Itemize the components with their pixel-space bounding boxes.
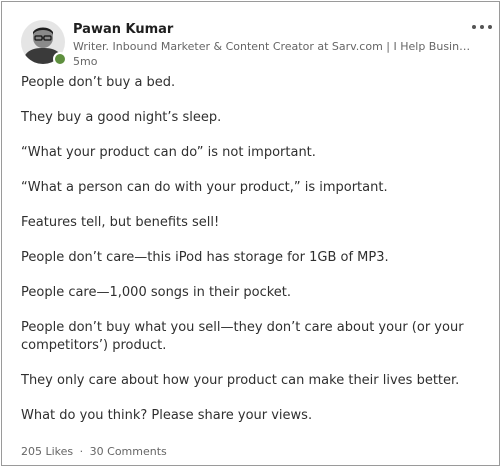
- post-header: Pawan Kumar Writer. Inbound Marketer & C…: [21, 20, 492, 68]
- post-card: Pawan Kumar Writer. Inbound Marketer & C…: [1, 1, 500, 466]
- post-paragraph: People care—1,000 songs in their pocket.: [21, 285, 292, 300]
- more-horizontal-icon: [488, 25, 492, 29]
- author-headline: Writer. Inbound Marketer & Content Creat…: [73, 40, 473, 53]
- more-horizontal-icon: [480, 25, 484, 29]
- post-paragraph: People don’t buy what you sell—they don’…: [21, 320, 464, 353]
- likes-count[interactable]: 205 Likes: [21, 445, 73, 458]
- more-horizontal-icon: [472, 25, 476, 29]
- post-age: 5mo: [73, 55, 98, 68]
- post-paragraph: “What your product can do” is not import…: [21, 145, 316, 160]
- more-options-button[interactable]: [467, 20, 497, 34]
- post-paragraph: What do you think? Please share your vie…: [21, 408, 313, 423]
- post-paragraph: “What a person can do with your product,…: [21, 180, 388, 195]
- post-paragraph: People don’t buy a bed.: [21, 75, 176, 90]
- author-name[interactable]: Pawan Kumar: [73, 22, 173, 37]
- social-counts: 205 Likes · 30 Comments: [21, 445, 167, 458]
- presence-indicator: [53, 52, 67, 66]
- post-paragraph: Features tell, but benefits sell!: [21, 215, 220, 230]
- post-body: People don’t buy a bed. They buy a good …: [21, 74, 491, 442]
- comments-count[interactable]: 30 Comments: [90, 445, 167, 458]
- separator-dot: ·: [79, 445, 84, 458]
- post-paragraph: They buy a good night’s sleep.: [21, 110, 222, 125]
- post-paragraph: They only care about how your product ca…: [21, 373, 460, 388]
- post-paragraph: People don’t care—this iPod has storage …: [21, 250, 389, 265]
